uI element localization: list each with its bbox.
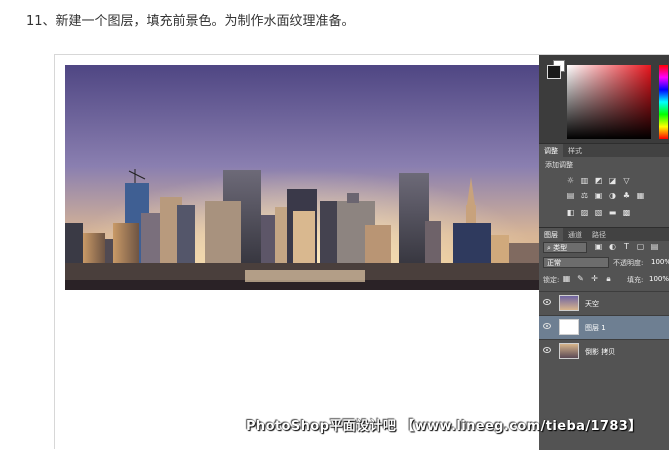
filter-kind-label: 类型	[553, 244, 568, 252]
screenshot-frame: PhotoShop平面设计吧 【www.lineeg.com/tieba/178…	[54, 54, 669, 450]
layers-tabs: 图层 通道 路径	[539, 227, 669, 241]
opacity-value[interactable]: 100%	[651, 258, 669, 266]
city-skyline-image	[65, 65, 539, 290]
shape-filter-icon[interactable]: ▢	[635, 242, 646, 252]
layer-row[interactable]: 倒影 拷贝	[539, 339, 669, 363]
gradient-triangle-icon[interactable]: ▽	[621, 176, 632, 186]
color-field[interactable]	[567, 65, 651, 139]
fill-value[interactable]: 100%	[649, 275, 669, 283]
lock-row: 锁定: ▦ ✎ ✛ 🔒︎ 填充: 100%	[539, 273, 669, 286]
lock-label: 锁定:	[543, 276, 560, 284]
blend-row: 正常 不透明度: 100%	[539, 256, 669, 269]
tab-layers[interactable]: 图层	[539, 228, 563, 241]
color-lookup-icon[interactable]: ▦	[635, 191, 646, 201]
tab-paths[interactable]: 路径	[587, 228, 611, 241]
layer-thumbnail	[559, 295, 579, 311]
threshold-icon[interactable]: ▧	[593, 208, 604, 218]
add-adjustment-title: 添加调整	[545, 161, 573, 169]
layer-name: 倒影 拷贝	[585, 348, 616, 356]
step-instruction: 11、新建一个图层，填充前景色。为制作水面纹理准备。	[26, 14, 355, 29]
exposure-icon[interactable]: ◪	[607, 176, 618, 186]
layer-name: 天空	[585, 300, 599, 308]
layer-row-selected[interactable]: 图层 1	[539, 315, 669, 339]
adjustment-icons-row-3: ◧ ▨ ▧ ▬ ▩	[565, 208, 632, 218]
adjust-filter-icon[interactable]: ◐	[607, 242, 618, 252]
type-filter-icon[interactable]: T	[621, 242, 632, 252]
photo-filter-icon[interactable]: ◑	[607, 191, 618, 201]
levels-icon[interactable]: ▥	[579, 176, 590, 186]
posterize-icon[interactable]: ▨	[579, 208, 590, 218]
fill-label: 填充:	[627, 276, 644, 284]
lock-brush-icon[interactable]: ✎	[575, 274, 586, 284]
adjustment-icons-row-2: ▤ ⚖ ▣ ◑ ♣ ▦	[565, 191, 646, 201]
layer-thumbnail	[559, 319, 579, 335]
hue-saturation-icon[interactable]: ▤	[565, 191, 576, 201]
smart-filter-icon[interactable]: ▤	[649, 242, 660, 252]
visibility-eye-icon[interactable]	[543, 323, 551, 329]
opacity-label: 不透明度:	[613, 259, 644, 267]
visibility-eye-icon[interactable]	[543, 299, 551, 305]
watermark-text: PhotoShop平面设计吧 【www.lineeg.com/tieba/178…	[246, 419, 642, 434]
selective-color-icon[interactable]: ▩	[621, 208, 632, 218]
visibility-eye-icon[interactable]	[543, 347, 551, 353]
document-canvas[interactable]: PhotoShop平面设计吧 【www.lineeg.com/tieba/178…	[55, 55, 641, 450]
channel-mixer-icon[interactable]: ♣	[621, 191, 632, 201]
invert-icon[interactable]: ◧	[565, 208, 576, 218]
tab-channels[interactable]: 通道	[563, 228, 587, 241]
blend-mode-value: 正常	[547, 259, 561, 267]
lock-icons: ▦ ✎ ✛ 🔒︎	[561, 274, 614, 284]
color-picker[interactable]	[539, 55, 669, 143]
black-white-icon[interactable]: ▣	[593, 191, 604, 201]
filter-kind-dropdown[interactable]: ⌕ 类型	[543, 242, 587, 253]
balance-icon[interactable]: ⚖	[579, 191, 590, 201]
foreground-swatch[interactable]	[547, 65, 561, 79]
tab-adjustments[interactable]: 调整	[539, 144, 563, 157]
adjust-tabs: 调整 样式	[539, 143, 669, 157]
adjustment-icons-row-1: ☼ ▥ ◩ ◪ ▽	[565, 176, 632, 186]
blend-mode-dropdown[interactable]: 正常	[543, 257, 609, 268]
photoshop-panel: 调整 样式 添加调整 ☼ ▥ ◩ ◪ ▽ ▤ ⚖ ▣ ◑ ♣ ▦ ◧ ▨ ▧ ▬…	[539, 55, 669, 450]
tab-styles[interactable]: 样式	[563, 144, 587, 157]
layer-row[interactable]: 天空	[539, 291, 669, 315]
layer-thumbnail	[559, 343, 579, 359]
gradient-map-icon[interactable]: ▬	[607, 208, 618, 218]
brightness-icon[interactable]: ☼	[565, 176, 576, 186]
layer-name: 图层 1	[585, 324, 606, 332]
curves-icon[interactable]: ◩	[593, 176, 604, 186]
filter-row: ⌕ 类型 ▣ ◐ T ▢ ▤	[539, 241, 669, 254]
hue-slider[interactable]	[659, 65, 668, 139]
lock-transparent-icon[interactable]: ▦	[561, 274, 572, 284]
filter-icons: ▣ ◐ T ▢ ▤	[593, 242, 660, 252]
lock-move-icon[interactable]: ✛	[589, 274, 600, 284]
search-icon: ⌕	[547, 244, 551, 252]
lock-all-icon[interactable]: 🔒︎	[603, 274, 614, 284]
pixel-filter-icon[interactable]: ▣	[593, 242, 604, 252]
